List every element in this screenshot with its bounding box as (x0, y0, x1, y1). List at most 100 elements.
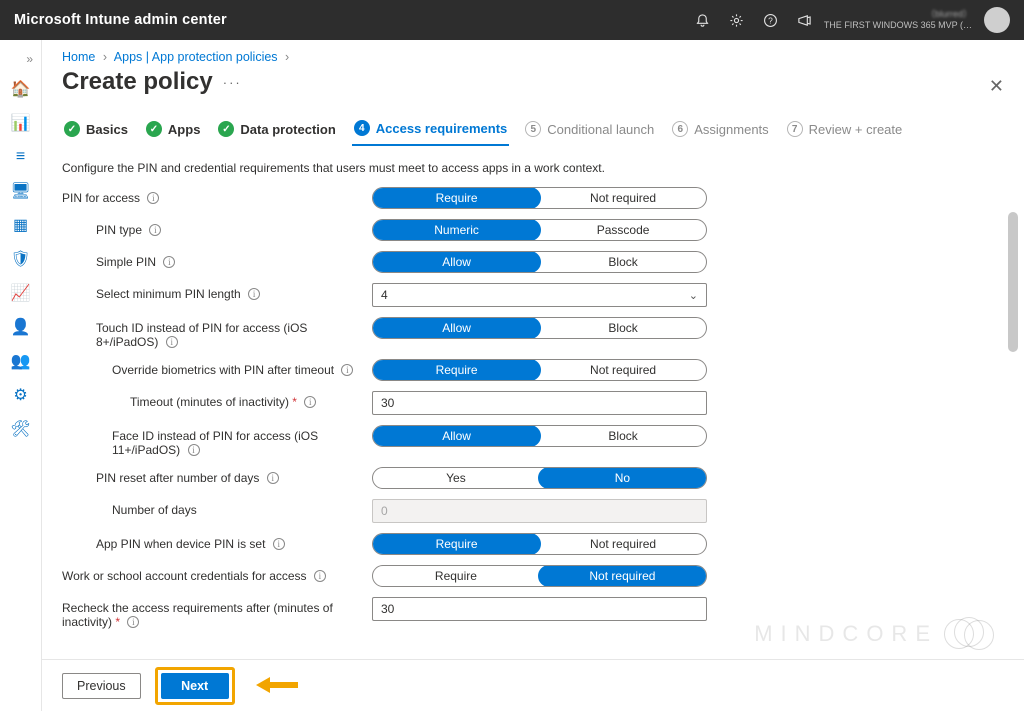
segmented-control[interactable]: AllowBlock (372, 425, 707, 447)
segment-block[interactable]: Block (540, 318, 706, 338)
close-blade-icon[interactable]: ✕ (989, 76, 1004, 97)
previous-button[interactable]: Previous (62, 673, 141, 699)
info-icon[interactable] (341, 364, 353, 376)
chevron-down-icon: ⌄ (689, 289, 698, 302)
rail-devices[interactable]: 🖥 (0, 174, 42, 208)
segment-require[interactable]: Require (372, 533, 541, 555)
step-conditional-launch[interactable]: 5Conditional launch (523, 117, 656, 145)
help-icon[interactable]: ? (754, 0, 788, 40)
rail-endpoint-security[interactable]: 🛡 (0, 242, 42, 276)
field-label: Select minimum PIN length (62, 283, 372, 301)
segment-numeric[interactable]: Numeric (372, 219, 541, 241)
step-access-requirements[interactable]: 4Access requirements (352, 116, 510, 146)
segment-block[interactable]: Block (540, 426, 706, 446)
segment-passcode[interactable]: Passcode (540, 220, 706, 240)
step-assignments[interactable]: 6Assignments (670, 117, 770, 145)
field-num-days: Number of days (62, 499, 996, 523)
segmented-control[interactable]: YesNo (372, 467, 707, 489)
field-label: Number of days (62, 499, 372, 517)
tenant-info[interactable]: （blurred） THE FIRST WINDOWS 365 MVP (… (824, 9, 972, 31)
info-icon[interactable] (166, 336, 178, 348)
wizard-steps: Basics Apps Data protection 4Access require… (62, 106, 996, 151)
feedback-icon[interactable] (788, 0, 822, 40)
info-icon[interactable] (273, 538, 285, 550)
info-icon[interactable] (267, 472, 279, 484)
settings-icon[interactable] (720, 0, 754, 40)
step-basics[interactable]: Basics (62, 117, 130, 145)
segment-allow[interactable]: Allow (372, 425, 541, 447)
segmented-control[interactable]: RequireNot required (372, 565, 707, 587)
wizard-footer: Previous Next (42, 659, 1024, 711)
field-label: PIN reset after number of days (62, 467, 372, 485)
field-override-bio: Override biometrics with PIN after timeo… (62, 359, 996, 381)
field-pin-for-access: PIN for access RequireNot required (62, 187, 996, 209)
rail-groups[interactable]: 👥 (0, 344, 42, 378)
step-review-create[interactable]: 7Review + create (785, 117, 905, 145)
step-apps[interactable]: Apps (144, 117, 203, 145)
rail-users[interactable]: 👤 (0, 310, 42, 344)
scrollbar[interactable] (1006, 212, 1020, 651)
field-label: Override biometrics with PIN after timeo… (62, 359, 372, 377)
step-description: Configure the PIN and credential require… (62, 161, 996, 175)
segment-require[interactable]: Require (373, 566, 539, 586)
field-pin-reset: PIN reset after number of days YesNo (62, 467, 996, 489)
field-label: Work or school account credentials for a… (62, 565, 372, 583)
rail-troubleshoot[interactable]: 🛠 (0, 412, 42, 446)
rail-tenant-admin[interactable]: ⚙ (0, 378, 42, 412)
field-work-account: Work or school account credentials for a… (62, 565, 996, 587)
svg-text:?: ? (768, 15, 773, 25)
field-label: Simple PIN (62, 251, 372, 269)
segmented-control[interactable]: RequireNot required (372, 359, 707, 381)
next-button[interactable]: Next (161, 673, 229, 699)
field-label: Timeout (minutes of inactivity) * (62, 391, 372, 409)
segment-not-required[interactable]: Not required (540, 360, 706, 380)
segment-not-required[interactable]: Not required (538, 565, 707, 587)
rail-home[interactable]: 🏠 (0, 72, 42, 106)
segment-allow[interactable]: Allow (372, 251, 541, 273)
segment-require[interactable]: Require (372, 187, 541, 209)
text-input[interactable] (372, 597, 707, 621)
text-input[interactable] (372, 391, 707, 415)
info-icon[interactable] (248, 288, 260, 300)
account-avatar[interactable] (984, 7, 1010, 33)
rail-apps[interactable]: ▦ (0, 208, 42, 242)
info-icon[interactable] (127, 616, 139, 628)
access-requirements-form: PIN for access RequireNot requiredPIN ty… (62, 187, 996, 629)
segment-block[interactable]: Block (540, 252, 706, 272)
field-label: Recheck the access requirements after (m… (62, 597, 372, 629)
field-face-id: Face ID instead of PIN for access (iOS 1… (62, 425, 996, 457)
select-input[interactable]: 4⌄ (372, 283, 707, 307)
segmented-control[interactable]: AllowBlock (372, 317, 707, 339)
segment-no[interactable]: No (538, 467, 707, 489)
segment-not-required[interactable]: Not required (540, 188, 706, 208)
segmented-control[interactable]: RequireNot required (372, 533, 707, 555)
segmented-control[interactable]: NumericPasscode (372, 219, 707, 241)
info-icon[interactable] (147, 192, 159, 204)
info-icon[interactable] (149, 224, 161, 236)
segmented-control[interactable]: RequireNot required (372, 187, 707, 209)
segmented-control[interactable]: AllowBlock (372, 251, 707, 273)
annotation-arrow (256, 677, 298, 693)
segment-require[interactable]: Require (372, 359, 541, 381)
info-icon[interactable] (304, 396, 316, 408)
breadcrumb-home[interactable]: Home (62, 50, 95, 64)
info-icon[interactable] (188, 444, 200, 456)
page: Home › Apps | App protection policies › … (42, 40, 1024, 711)
global-header: Microsoft Intune admin center ? （blurred… (0, 0, 1024, 40)
breadcrumb-apps[interactable]: Apps | App protection policies (114, 50, 278, 64)
rail-reports[interactable]: 📈 (0, 276, 42, 310)
segment-allow[interactable]: Allow (372, 317, 541, 339)
product-title: Microsoft Intune admin center (14, 12, 227, 28)
more-actions-icon[interactable]: ··· (223, 75, 242, 90)
notifications-icon[interactable] (686, 0, 720, 40)
rail-collapse-icon[interactable]: » (0, 46, 41, 72)
segment-not-required[interactable]: Not required (540, 534, 706, 554)
field-touch-id: Touch ID instead of PIN for access (iOS … (62, 317, 996, 349)
info-icon[interactable] (163, 256, 175, 268)
info-icon[interactable] (314, 570, 326, 582)
segment-yes[interactable]: Yes (373, 468, 539, 488)
breadcrumb: Home › Apps | App protection policies › (42, 40, 1024, 64)
rail-dashboard[interactable]: 📊 (0, 106, 42, 140)
step-data-protection[interactable]: Data protection (216, 117, 337, 145)
rail-all-services[interactable]: ≡ (0, 140, 42, 174)
